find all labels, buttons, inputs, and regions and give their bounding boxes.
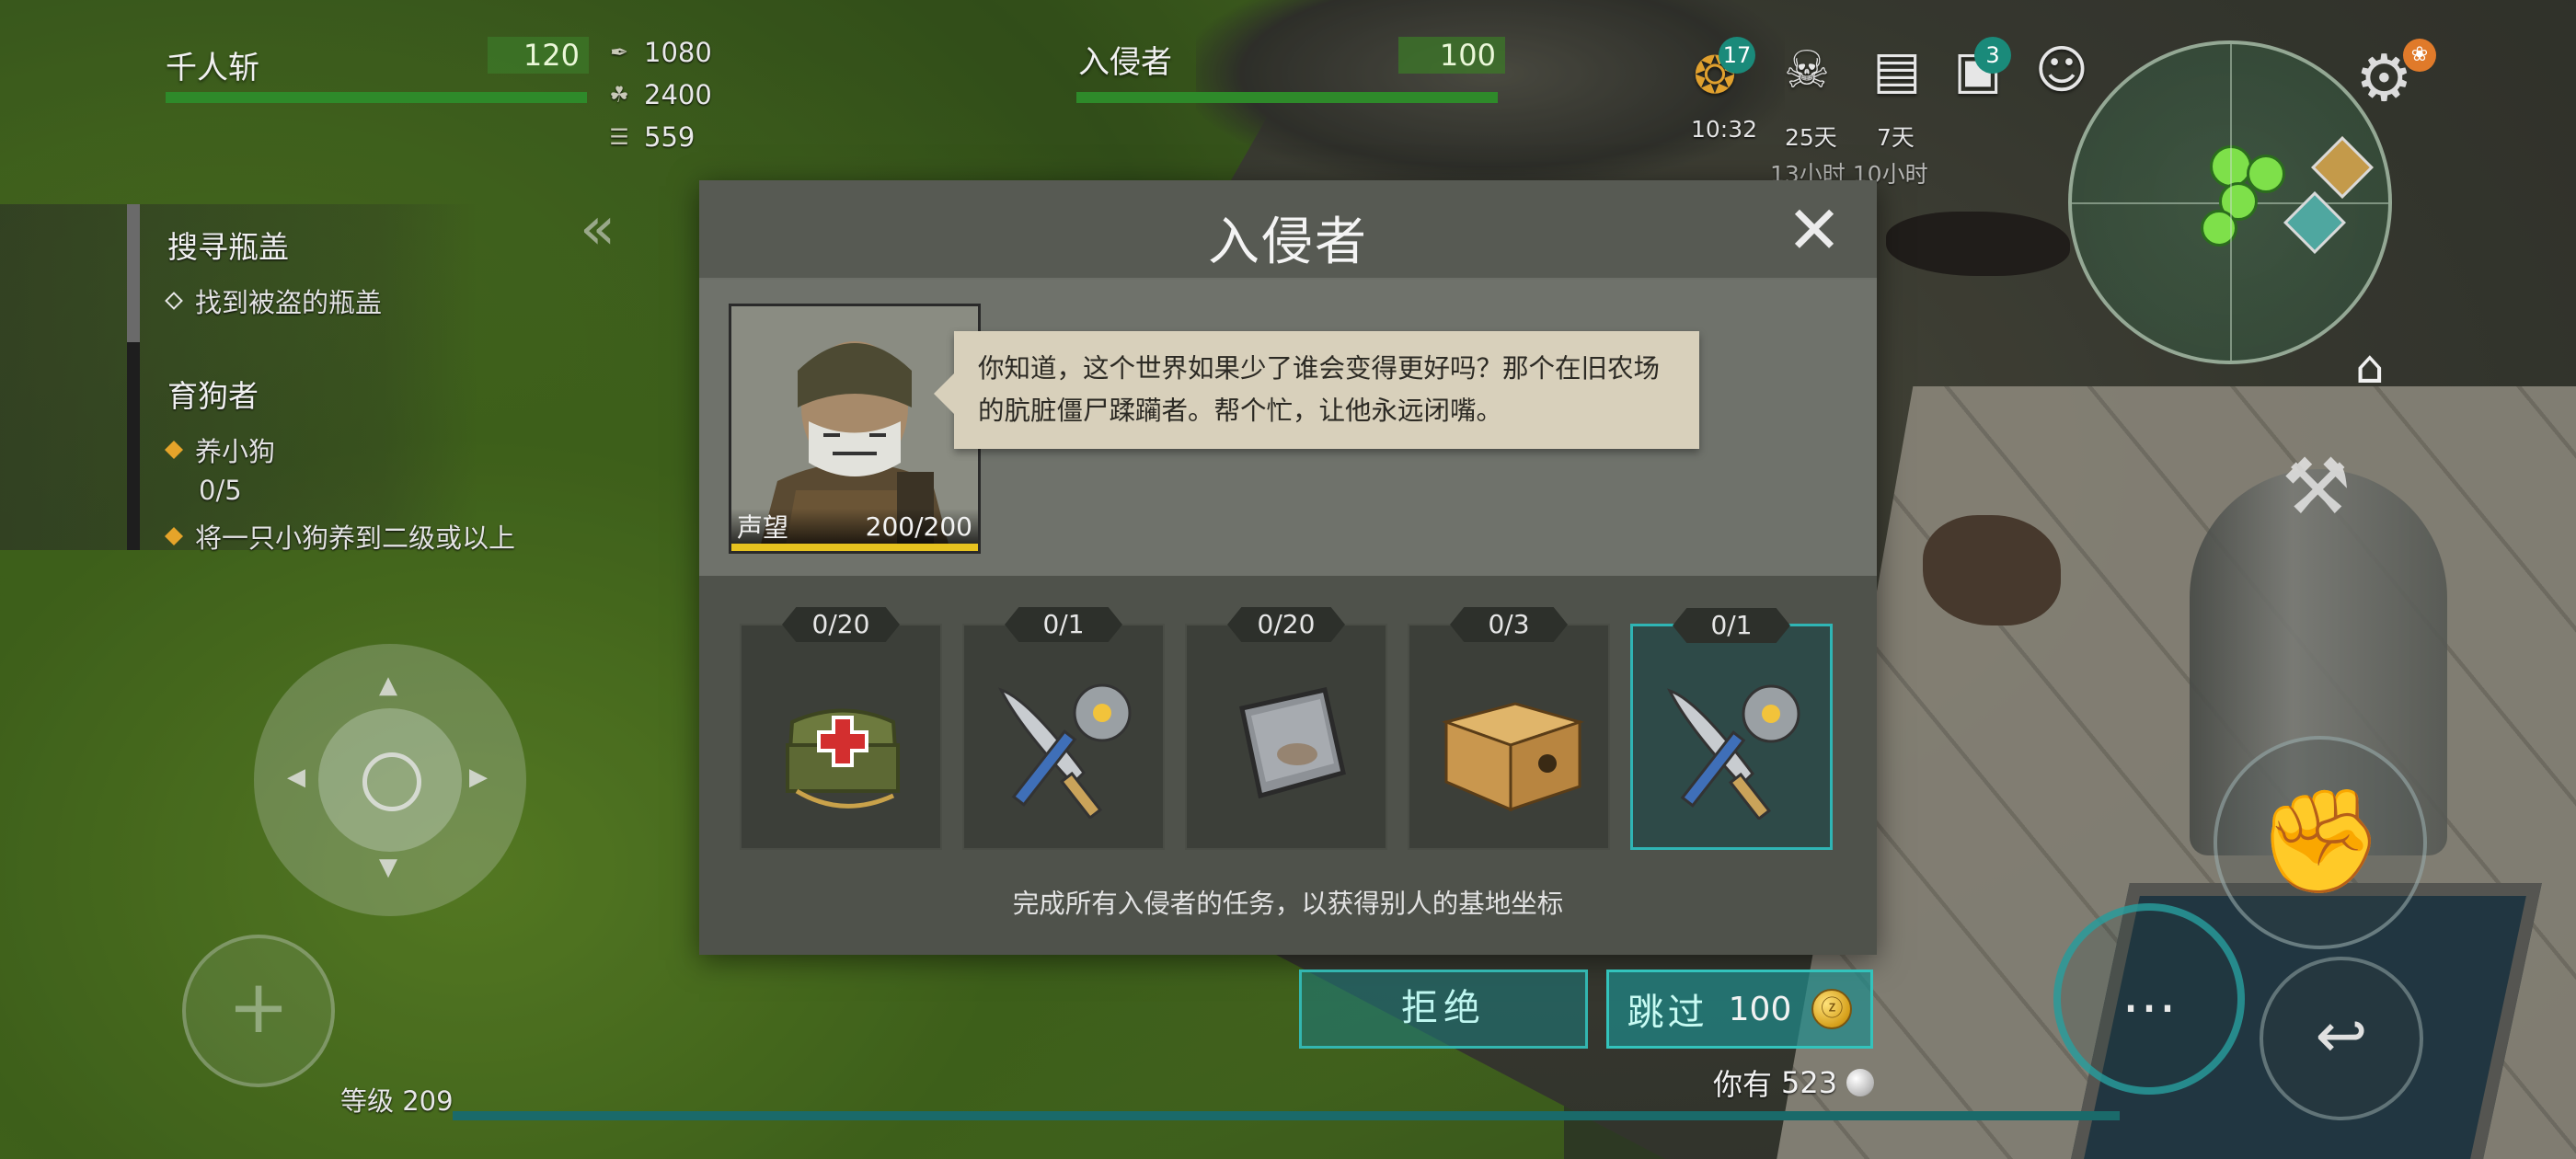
task-slot[interactable]: 0/3	[1408, 607, 1610, 850]
target-level: 100	[1398, 37, 1505, 74]
machete-sawblade-icon	[1667, 684, 1800, 820]
quest-scrollbar[interactable]	[127, 204, 140, 342]
dog-journal-timer: 7天	[1877, 124, 1915, 151]
leaf-icon: ☘	[609, 82, 629, 108]
crafting-hammer-icon[interactable]: ⚒	[2282, 442, 2351, 532]
npc-speech-bubble: 你知道，这个世界如果少了谁会变得更好吗？那个在旧农场的肮脏僵尸蹂躏者。帮个忙，让…	[934, 331, 1699, 449]
task-progress: 0/20	[782, 607, 900, 642]
chat-button[interactable]: …	[2053, 903, 2245, 1095]
task-progress: 0/3	[1450, 607, 1568, 642]
resource-row: ☰ 559	[607, 121, 695, 153]
joystick-right-arrow-icon: ▶	[469, 763, 488, 791]
task-hint-text: 完成所有入侵者的任务，以获得别人的基地坐标	[1012, 889, 1564, 919]
quest-objective-progress: 0/5	[199, 475, 242, 506]
sale-badge: 17	[1719, 37, 1755, 74]
minimap[interactable]	[2068, 40, 2392, 364]
objective-diamond-icon	[165, 292, 183, 310]
joystick-left-arrow-icon: ◀	[287, 763, 305, 791]
dialog-title: 入侵者	[1208, 212, 1368, 272]
machete-sawblade-icon	[998, 683, 1132, 819]
collapse-panel-chevron-icon[interactable]: «	[580, 195, 615, 263]
settings-gift-badge-icon: ❀	[2403, 39, 2436, 72]
skip-button[interactable]: 跳过 100 ⓩ	[1606, 970, 1873, 1049]
task-slot[interactable]: 0/1	[962, 607, 1165, 850]
task-progress: 0/1	[1673, 608, 1790, 643]
silver-coin-icon	[1846, 1069, 1875, 1096]
target-name: 入侵者	[1078, 44, 1172, 81]
npc-portrait: 声望 200/200	[729, 304, 981, 554]
quest-objective-text: 将一只小狗养到二级或以上	[195, 522, 516, 554]
player-health-bar	[166, 92, 587, 103]
target-health-bar	[1076, 92, 1498, 103]
medkit-icon	[785, 708, 901, 809]
skull-icon[interactable]: ☠	[1777, 40, 1836, 100]
refuse-button[interactable]: 拒绝	[1299, 970, 1588, 1049]
resource-value: 2400	[644, 79, 712, 110]
minimap-marker	[2210, 145, 2252, 188]
task-slot[interactable]: 0/20	[1185, 607, 1387, 850]
cardboard-box-icon	[1441, 702, 1585, 812]
metal-plate-icon	[1239, 687, 1346, 799]
task-slot-selected[interactable]: 0/1	[1630, 608, 1833, 850]
skull-timer: 25天	[1785, 124, 1837, 151]
task-progress: 0/20	[1227, 607, 1345, 642]
wallet-amount: 523	[1781, 1065, 1838, 1100]
resource-row: ✒ 1080	[607, 37, 712, 68]
objective-diamond-icon	[165, 527, 183, 545]
reputation-bar	[731, 544, 978, 551]
intruder-dialog: 入侵者 ✕ 声望 200/200 你知道，这个世界如果少了谁会变得更好吗？那个在…	[699, 180, 1877, 955]
task-slot[interactable]: 0/20	[740, 607, 942, 850]
quest-scrollbar-track	[127, 342, 140, 550]
quest-title[interactable]: 搜寻瓶盖	[167, 223, 289, 267]
close-button[interactable]: ✕	[1777, 193, 1851, 267]
joystick-center-ring	[362, 752, 421, 811]
task-progress: 0/1	[1005, 607, 1122, 642]
heal-plus-button[interactable]: +	[182, 935, 335, 1087]
feather-icon: ✒	[609, 40, 629, 65]
quest-objective-text: 找到被盗的瓶盖	[195, 287, 383, 318]
minimap-marker	[2201, 210, 2237, 247]
reputation-title: 声望	[737, 512, 789, 543]
quest-objective: 找到被盗的瓶盖	[165, 281, 383, 320]
dialog-header: 入侵者 ✕	[699, 180, 1877, 280]
quest-objective: 将一只小狗养到二级或以上	[165, 517, 516, 556]
gift-badge: 3	[1974, 37, 2011, 74]
skip-label: 跳过	[1627, 992, 1708, 1034]
resource-row: ☘ 2400	[607, 79, 712, 110]
base-house-icon[interactable]: ⌂	[2355, 340, 2385, 394]
objective-diamond-icon	[165, 441, 183, 459]
joystick-down-arrow-icon: ▼	[379, 854, 397, 881]
skip-cost: 100	[1728, 990, 1792, 1028]
resource-value: 559	[644, 121, 696, 153]
dog-journal-icon[interactable]: ▤	[1868, 40, 1926, 100]
player-level-label: 等级 209	[340, 1085, 454, 1117]
minimap-tile	[2283, 191, 2346, 254]
quest-objective-text: 养小狗	[195, 436, 276, 467]
wallet-balance: 你有 523	[1713, 1061, 1875, 1104]
quest-objective: 养小狗	[165, 430, 276, 469]
experience-bar	[453, 1111, 2120, 1120]
reputation-label: 声望 200/200	[731, 509, 978, 544]
friends-icon[interactable]: ☺	[2030, 40, 2094, 100]
player-level: 120	[488, 37, 589, 74]
reputation-value: 200/200	[865, 511, 972, 542]
minimap-tile	[2311, 136, 2374, 199]
player-name: 千人斩	[166, 50, 259, 86]
resource-value: 1080	[644, 37, 712, 68]
wallet-label: 你有	[1713, 1067, 1773, 1102]
sale-timer: 10:32	[1691, 116, 1758, 143]
crouch-stealth-button[interactable]: ↩	[2260, 957, 2423, 1120]
joystick-up-arrow-icon: ▲	[379, 671, 397, 699]
scroll-icon: ☰	[609, 124, 629, 150]
gold-coin-icon: ⓩ	[1811, 989, 1853, 1029]
quest-title[interactable]: 育狗者	[167, 372, 259, 416]
attack-fist-button[interactable]: ✊	[2214, 736, 2427, 949]
